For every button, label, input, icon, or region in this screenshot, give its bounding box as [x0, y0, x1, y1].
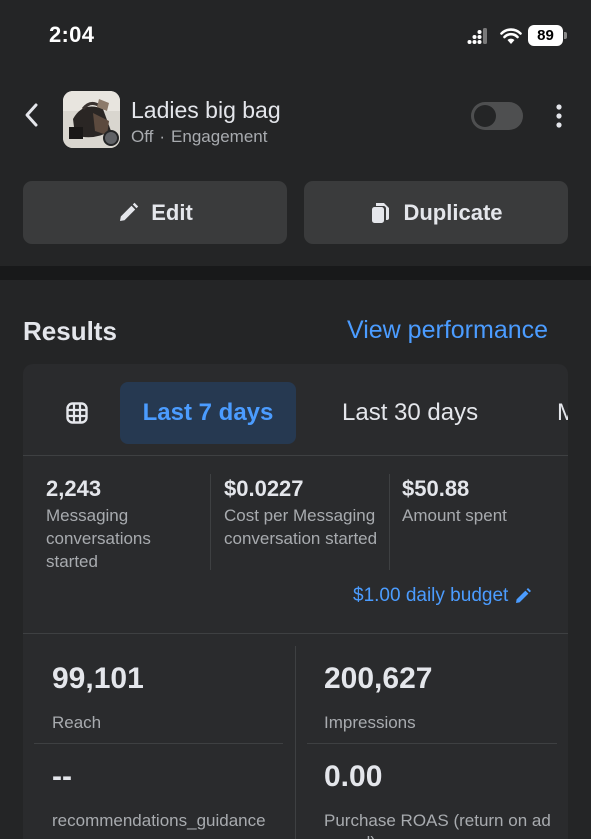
stat-value: 99,101: [52, 662, 144, 695]
calendar-grid-icon[interactable]: [66, 402, 88, 424]
ad-subtitle: Off · Engagement: [131, 127, 267, 147]
metric-label: Amount spent: [402, 506, 507, 525]
daily-budget-text: $1.00 daily budget: [353, 585, 509, 606]
stat-label: Impressions: [324, 713, 416, 732]
metric-divider: [389, 474, 390, 570]
metric-label: Messaging conversations started: [46, 506, 151, 571]
results-card: Last 7 days Last 30 days M 2,243 Messagi…: [23, 364, 568, 839]
battery-level: 89: [528, 25, 563, 46]
status-bar: 2:04 89: [0, 0, 591, 70]
stat-impressions: 200,627 Impressions: [324, 662, 432, 734]
stat-value: 0.00: [324, 760, 383, 793]
ad-objective-text: Engagement: [171, 127, 268, 146]
section-divider: [0, 266, 591, 280]
date-range-tabs: Last 7 days Last 30 days M: [23, 364, 568, 456]
ad-status-text: Off: [131, 127, 154, 146]
metric-messaging-conversations: 2,243 Messaging conversations started: [46, 476, 206, 573]
duplicate-button[interactable]: Duplicate: [304, 181, 568, 244]
card-divider: [23, 633, 568, 634]
tab-last-7-days[interactable]: Last 7 days: [120, 382, 296, 444]
back-chevron-icon[interactable]: [22, 102, 42, 128]
stat-value: --: [52, 760, 72, 793]
view-performance-link[interactable]: View performance: [347, 316, 548, 345]
results-heading: Results: [23, 316, 117, 346]
more-options-icon[interactable]: [550, 103, 568, 129]
metric-divider: [210, 474, 211, 570]
duplicate-icon: [372, 202, 390, 223]
pencil-icon: [120, 202, 139, 221]
metric-cost-per-conversation: $0.0227 Cost per Messaging conversation …: [224, 476, 394, 550]
edit-button[interactable]: Edit: [23, 181, 287, 244]
tab-last-30-days[interactable]: Last 30 days: [342, 382, 478, 444]
battery-cap: [564, 32, 567, 39]
stat-divider: [34, 743, 283, 744]
stat-value: 200,627: [324, 662, 433, 695]
stat-label: recommendations_guidance: [52, 811, 266, 830]
stat-purchase-roas: 0.00 Purchase ROAS (return on ad spend): [324, 760, 554, 839]
stat-label: Reach: [52, 713, 102, 732]
toggle-knob: [474, 105, 496, 127]
status-time: 2:04: [49, 22, 95, 47]
daily-budget-link[interactable]: $1.00 daily budget: [353, 585, 532, 607]
ad-title: Ladies big bag: [131, 97, 281, 123]
stat-reach: 99,101 Reach: [52, 662, 144, 734]
edit-pencil-icon: [516, 588, 532, 603]
tab-truncated[interactable]: M: [557, 382, 568, 444]
stat-recommendations: -- recommendations_guidance: [52, 760, 282, 839]
ad-detail-screen: 2:04 89 Ladies big bag Off · Engagement …: [0, 0, 591, 839]
stats-column-divider: [295, 646, 296, 839]
metric-value: 2,243: [46, 476, 102, 501]
metric-amount-spent: $50.88 Amount spent: [402, 476, 562, 527]
metric-value: $0.0227: [224, 476, 304, 501]
metric-value: $50.88: [402, 476, 470, 501]
ad-off-status-dot: [103, 130, 119, 146]
cellular-signal-icon: [467, 28, 487, 44]
metric-label: Cost per Messaging conversation started: [224, 506, 378, 548]
stat-divider: [307, 743, 557, 744]
subtitle-separator: ·: [159, 127, 166, 146]
ad-on-off-toggle[interactable]: [471, 102, 523, 130]
battery-indicator: 89: [528, 25, 568, 47]
stat-label: Purchase ROAS (return on ad spend): [324, 811, 551, 839]
duplicate-button-label: Duplicate: [403, 199, 503, 225]
edit-button-label: Edit: [151, 199, 193, 225]
wifi-icon: [500, 28, 522, 44]
